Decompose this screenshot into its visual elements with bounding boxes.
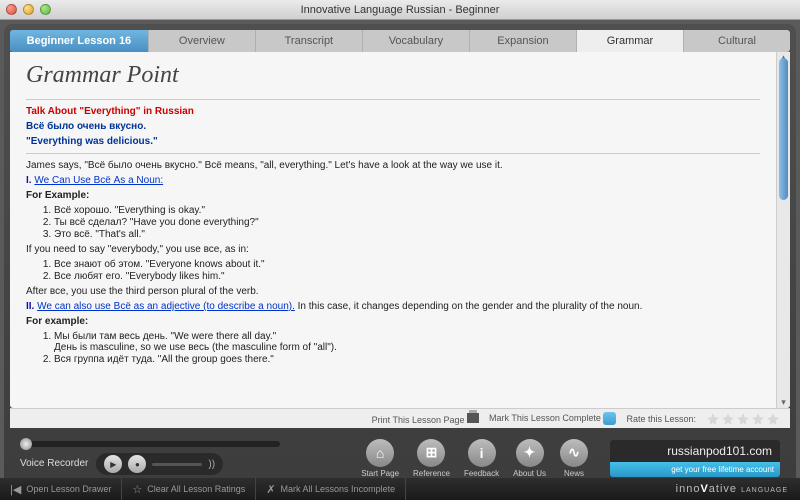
example-list-3: Мы были там весь день. "We were there al… — [54, 331, 760, 365]
site-link[interactable]: russianpod101.com — [610, 440, 780, 462]
feedback-icon: i — [468, 439, 496, 467]
page-title: Grammar Point — [26, 62, 760, 89]
drawer-icon: |◀ — [10, 483, 21, 496]
note-plural: After все, you use the third person plur… — [26, 286, 760, 297]
clear-ratings-button[interactable]: ☆Clear All Lesson Ratings — [122, 478, 256, 500]
audio-progress[interactable] — [20, 441, 280, 447]
window-title: Innovative Language Russian - Beginner — [0, 4, 800, 16]
speaker-icon: )) — [208, 459, 215, 470]
volume-slider[interactable] — [152, 463, 202, 466]
star-outline-icon: ☆ — [132, 483, 142, 496]
list-item: Это всё. "That's all." — [54, 229, 760, 240]
russian-sentence: Всё было очень вкусно. — [26, 121, 760, 132]
note-everybody: If you need to say "everybody," you use … — [26, 244, 760, 255]
tab-overview[interactable]: Overview — [149, 30, 256, 52]
start-page-button[interactable]: ⌂Start Page — [361, 439, 399, 478]
list-item: Мы были там весь день. "We were there al… — [54, 331, 760, 353]
window-titlebar: Innovative Language Russian - Beginner — [0, 0, 800, 20]
english-translation: "Everything was delicious." — [26, 136, 760, 147]
mark-complete-button[interactable]: Mark This Lesson Complete — [489, 412, 616, 425]
tab-cultural[interactable]: Cultural — [684, 30, 790, 52]
rating-stars[interactable] — [706, 412, 780, 426]
tab-transcript[interactable]: Transcript — [256, 30, 363, 52]
list-item: Вся группа идёт туда. "All the group goe… — [54, 354, 760, 365]
star-icon[interactable] — [706, 412, 720, 426]
star-icon[interactable] — [736, 412, 750, 426]
section-1: I. We Can Use Всё As a Noun: — [26, 175, 760, 186]
voice-recorder-controls: ▶ ● )) — [96, 453, 223, 475]
section-2-link[interactable]: We can also use Всё as an adjective (to … — [37, 301, 295, 312]
scrollbar[interactable]: ▴ ▾ — [776, 52, 790, 408]
section-2: II. We can also use Всё as an adjective … — [26, 301, 760, 312]
reference-button[interactable]: ⊞Reference — [413, 439, 450, 478]
lesson-tabs: Beginner Lesson 16 Overview Transcript V… — [10, 30, 790, 52]
example-list-2: Все знают об этом. "Everyone knows about… — [54, 259, 760, 282]
tab-current-lesson[interactable]: Beginner Lesson 16 — [10, 30, 149, 52]
mark-incomplete-button[interactable]: ✗Mark All Lessons Incomplete — [256, 478, 406, 500]
divider — [26, 99, 760, 100]
list-item: Всё хорошо. "Everything is okay." — [54, 205, 760, 216]
divider — [26, 153, 760, 154]
voice-recorder: Voice Recorder ▶ ● )) — [20, 453, 280, 475]
star-icon[interactable] — [721, 412, 735, 426]
grammar-content: Grammar Point Talk About "Everything" in… — [10, 52, 776, 408]
innovative-logo: innoVative LANGUAGE — [664, 483, 800, 495]
star-icon[interactable] — [766, 412, 780, 426]
list-item: Ты всё сделал? "Have you done everything… — [54, 217, 760, 228]
intro-text: James says, "Всё было очень вкусно." Всё… — [26, 160, 760, 171]
scroll-down-icon[interactable]: ▾ — [777, 397, 790, 408]
home-icon: ⌂ — [366, 439, 394, 467]
tab-expansion[interactable]: Expansion — [470, 30, 577, 52]
brand-box: russianpod101.com get your free lifetime… — [610, 440, 780, 477]
feedback-button[interactable]: iFeedback — [464, 439, 499, 478]
checkbox-icon — [603, 412, 616, 425]
lesson-footer: Print This Lesson Page Mark This Lesson … — [10, 408, 790, 428]
record-icon[interactable]: ● — [128, 455, 146, 473]
example-list-1: Всё хорошо. "Everything is okay." Ты всё… — [54, 205, 760, 240]
star-icon[interactable] — [751, 412, 765, 426]
nav-icons: ⌂Start Page ⊞Reference iFeedback ✦About … — [361, 439, 588, 478]
bottom-toolbar: |◀Open Lesson Drawer ☆Clear All Lesson R… — [0, 478, 800, 500]
about-icon: ✦ — [516, 439, 544, 467]
open-lesson-drawer-button[interactable]: |◀Open Lesson Drawer — [0, 478, 122, 500]
rate-label: Rate this Lesson: — [626, 414, 696, 424]
scroll-thumb[interactable] — [779, 58, 788, 200]
news-button[interactable]: ∿News — [560, 439, 588, 478]
printer-icon — [467, 413, 479, 423]
for-example-label: For example: — [26, 316, 760, 327]
news-icon: ∿ — [560, 439, 588, 467]
tab-grammar[interactable]: Grammar — [577, 30, 684, 52]
section-1-link[interactable]: We Can Use Всё As a Noun: — [34, 175, 163, 186]
print-lesson-button[interactable]: Print This Lesson Page — [372, 413, 479, 425]
reference-icon: ⊞ — [417, 439, 445, 467]
list-item: Все любят его. "Everybody likes him." — [54, 271, 760, 282]
for-example-label: For Example: — [26, 190, 760, 201]
cta-button[interactable]: get your free lifetime account — [610, 462, 780, 477]
about-us-button[interactable]: ✦About Us — [513, 439, 546, 478]
x-icon: ✗ — [266, 483, 275, 496]
tab-vocabulary[interactable]: Vocabulary — [363, 30, 470, 52]
voice-recorder-label: Voice Recorder — [20, 458, 88, 469]
content-area: Grammar Point Talk About "Everything" in… — [10, 52, 790, 408]
topic-line: Talk About "Everything" in Russian — [26, 106, 760, 117]
app-frame: Beginner Lesson 16 Overview Transcript V… — [4, 24, 796, 494]
list-item: Все знают об этом. "Everyone knows about… — [54, 259, 760, 270]
play-icon[interactable]: ▶ — [104, 455, 122, 473]
